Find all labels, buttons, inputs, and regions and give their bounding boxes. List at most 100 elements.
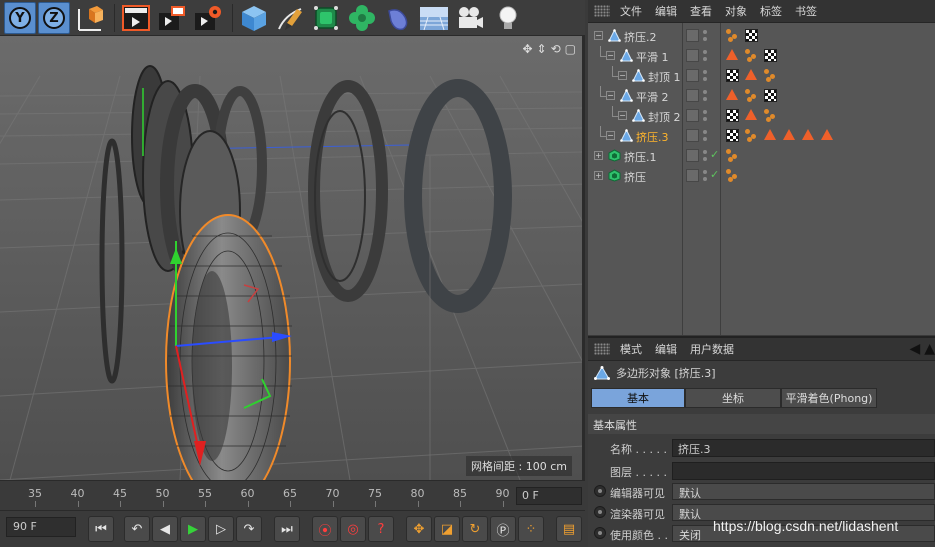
object-row[interactable]: + 挤压.1 ✓ [588,146,935,166]
expand-toggle-icon[interactable]: + [594,151,603,160]
scale-key-button[interactable]: ◪ [434,516,460,542]
phong-tag-icon[interactable] [764,129,776,140]
visibility-dot[interactable] [703,57,707,61]
menu-objects[interactable]: 对象 [725,3,747,19]
phong-tag-icon[interactable] [802,129,814,140]
autokey-button[interactable]: ◎ [340,516,366,542]
object-name[interactable]: 平滑 1 [636,49,669,65]
render-visible-radio[interactable] [594,506,606,518]
layer-color-box[interactable] [686,149,699,162]
end-frame-field[interactable]: 90 F [6,517,76,537]
timeline-ruler[interactable]: 35 40 45 50 55 60 65 70 75 80 85 90 [0,481,512,511]
visibility-dot[interactable] [703,137,707,141]
cube-primitive-button[interactable] [238,2,270,34]
phong-tag-icon[interactable] [745,69,757,80]
object-name[interactable]: 封顶 2 [648,109,681,125]
next-key-button[interactable]: ↷ [236,516,262,542]
layer-color-box[interactable] [686,169,699,182]
go-to-end-button[interactable]: ⏭ [274,516,300,542]
object-name[interactable]: 挤压 [624,169,646,185]
object-name[interactable]: 挤压.1 [624,149,657,165]
visibility-dot[interactable] [703,177,707,181]
play-forward-button[interactable]: ▶ [180,516,206,542]
enabled-check-icon[interactable]: ✓ [710,148,719,161]
expand-toggle-icon[interactable]: − [618,111,627,120]
current-frame-field[interactable]: 0 F [516,487,582,505]
object-row[interactable]: − 挤压.2 [588,26,935,46]
pen-spline-button[interactable] [274,2,306,34]
layer-color-box[interactable] [686,69,699,82]
menu-edit[interactable]: 编辑 [655,3,677,19]
phong-tag-icon[interactable] [745,109,757,120]
cloner-button[interactable] [346,2,378,34]
phong-tag-icon[interactable] [821,129,833,140]
dolly-view-icon[interactable]: ⇕ [537,42,547,56]
tab-basic[interactable]: 基本 [591,388,685,408]
keyframe-selection-button[interactable]: ? [368,516,394,542]
floor-environment-button[interactable] [418,2,450,34]
visibility-dot[interactable] [703,157,707,161]
tab-phong[interactable]: 平滑着色(Phong) [781,388,877,408]
panel-grip-icon[interactable] [594,5,610,17]
expand-toggle-icon[interactable]: − [606,131,615,140]
visibility-dot[interactable] [703,37,707,41]
uvw-tag-icon[interactable] [764,49,777,62]
visibility-dot[interactable] [703,117,707,121]
prop-name-input[interactable]: 挤压.3 [672,439,935,457]
object-row[interactable]: − 封顶 2 [588,106,935,126]
object-name[interactable]: 封顶 1 [648,69,681,85]
visibility-dot[interactable] [703,150,707,154]
uvw-tag-icon[interactable] [726,129,739,142]
render-settings-button[interactable] [192,2,224,34]
position-key-button[interactable]: ✥ [406,516,432,542]
3d-viewport[interactable]: ✥ ⇕ ⟲ ▢ 网格间距 : 100 cm [0,36,585,480]
light-button[interactable] [492,2,524,34]
tab-coordinates[interactable]: 坐标 [685,388,781,408]
visibility-dot[interactable] [703,97,707,101]
toggle-layout-icon[interactable]: ▢ [565,42,576,56]
editor-visible-dropdown[interactable]: 默认 [672,483,935,500]
visibility-dot[interactable] [703,170,707,174]
parameter-key-button[interactable]: Ⓟ [490,516,516,542]
panel-grip-icon[interactable] [594,343,610,355]
move-view-icon[interactable]: ✥ [522,42,532,56]
uvw-tag-icon[interactable] [726,69,739,82]
point-level-key-button[interactable]: ⁘ [518,516,544,542]
use-color-radio[interactable] [594,527,606,539]
back-arrow-icon[interactable]: ◀ [909,341,920,357]
menu-user-data[interactable]: 用户数据 [690,341,734,357]
uvw-tag-icon[interactable] [745,29,758,42]
uvw-tag-icon[interactable] [726,109,739,122]
menu-file[interactable]: 文件 [620,3,642,19]
next-frame-button[interactable]: ▷ [208,516,234,542]
layer-color-box[interactable] [686,109,699,122]
layer-color-box[interactable] [686,89,699,102]
render-picture-viewer-button[interactable] [156,2,188,34]
menu-attr-edit[interactable]: 编辑 [655,341,677,357]
phong-tag-icon[interactable] [783,129,795,140]
prop-layer-input[interactable] [672,462,935,480]
phong-tag-icon[interactable] [726,89,738,100]
camera-button[interactable] [454,2,486,34]
timeline[interactable]: 35 40 45 50 55 60 65 70 75 80 85 90 0 F [0,480,585,510]
visibility-dot[interactable] [703,90,707,94]
object-name[interactable]: 挤压.2 [624,29,657,45]
axis-z-lock-button[interactable]: Z [38,2,70,34]
object-row[interactable]: − 挤压.3 [588,126,935,146]
expand-toggle-icon[interactable]: − [606,91,615,100]
deformer-button[interactable] [382,2,414,34]
visibility-dot[interactable] [703,130,707,134]
rotate-view-icon[interactable]: ⟲ [551,42,561,56]
timeline-window-button[interactable]: ▤ [556,516,582,542]
visibility-dot[interactable] [703,110,707,114]
visibility-dot[interactable] [703,70,707,74]
expand-toggle-icon[interactable]: − [618,71,627,80]
layer-color-box[interactable] [686,49,699,62]
expand-toggle-icon[interactable]: − [606,51,615,60]
object-row[interactable]: − 平滑 1 [588,46,935,66]
subdivision-surface-button[interactable] [310,2,342,34]
go-to-start-button[interactable]: ⏮ [88,516,114,542]
record-key-button[interactable]: ⦿ [312,516,338,542]
object-row[interactable]: + 挤压 ✓ [588,166,935,186]
up-arrow-icon[interactable]: ▲ [924,341,935,357]
